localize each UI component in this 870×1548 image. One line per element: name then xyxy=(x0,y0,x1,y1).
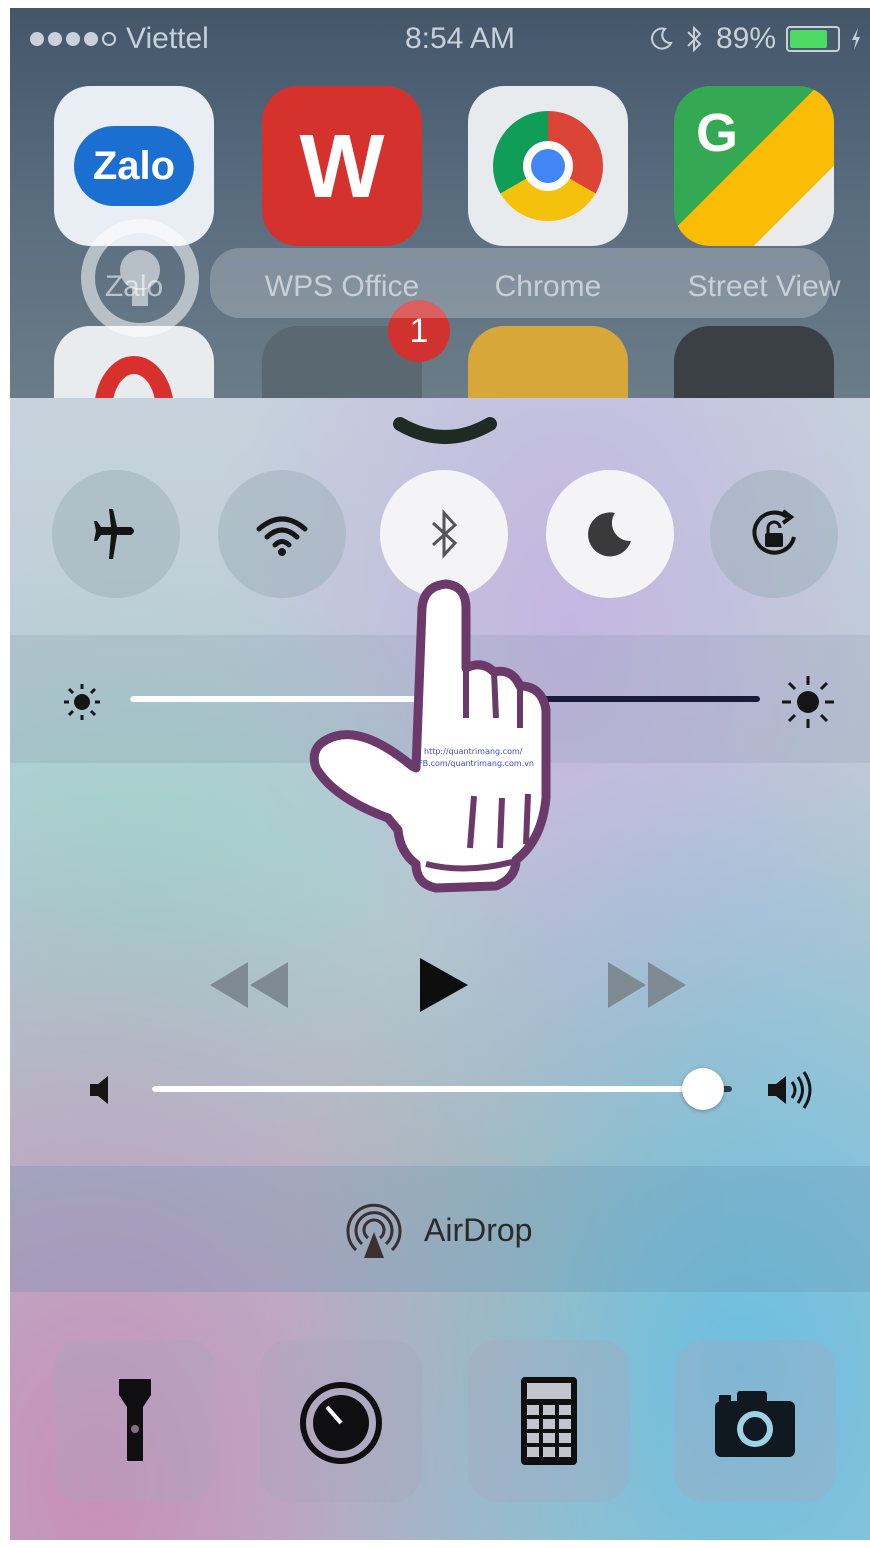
fast-forward-icon[interactable] xyxy=(604,958,690,1012)
chrome-logo-dot xyxy=(531,149,565,183)
bluetooth-icon xyxy=(431,509,458,559)
brightness-low-icon xyxy=(64,684,100,720)
status-right: 89% xyxy=(648,22,862,56)
play-icon[interactable] xyxy=(416,954,472,1016)
status-time: 8:54 AM xyxy=(404,22,516,55)
hand-pointer-icon: http://quantrimang.com/ FB.com/quantrima… xyxy=(309,579,551,893)
signal-dot xyxy=(66,32,80,46)
airdrop-icon xyxy=(346,1203,402,1258)
camera-icon xyxy=(715,1391,795,1457)
signal-dot-empty xyxy=(102,32,116,46)
airdrop-button[interactable]: AirDrop xyxy=(342,1198,532,1262)
bluetooth-status-icon xyxy=(687,25,702,53)
calculator-icon xyxy=(521,1377,577,1465)
carrier-name: Viettel xyxy=(126,22,209,55)
airplane-mode-toggle[interactable] xyxy=(52,470,180,598)
flashlight-button[interactable] xyxy=(54,1340,216,1502)
brightness-high-icon xyxy=(782,676,834,728)
moon-icon xyxy=(588,512,631,557)
chrome-logo xyxy=(493,111,603,221)
hand-pointer-overlay: http://quantrimang.com/ FB.com/quantrima… xyxy=(306,568,606,908)
timer-button[interactable] xyxy=(260,1340,422,1502)
wifi-icon xyxy=(256,516,308,556)
signal-dot xyxy=(48,32,62,46)
calculator-button[interactable] xyxy=(468,1340,630,1502)
charging-icon xyxy=(852,28,860,50)
volume-slider-fill xyxy=(152,1086,703,1092)
chrome-logo-center xyxy=(523,141,573,191)
watermark-icon xyxy=(81,219,830,337)
volume-low-icon xyxy=(90,1076,108,1104)
rotation-lock-toggle[interactable] xyxy=(710,470,838,598)
watermark-logo xyxy=(70,208,850,348)
camera-button[interactable] xyxy=(674,1340,836,1502)
signal-dot xyxy=(30,32,44,46)
airplane-icon xyxy=(94,509,134,559)
hand-url-line-1: http://quantrimang.com/ xyxy=(424,747,523,756)
hand-url-line-2: FB.com/quantrimang.com.vn xyxy=(418,759,534,768)
rotation-lock-icon xyxy=(752,509,796,555)
battery-icon xyxy=(786,26,840,52)
volume-slider-knob[interactable] xyxy=(682,1068,724,1110)
timer-icon xyxy=(300,1382,382,1464)
street-view-logo: G xyxy=(696,103,739,163)
battery-fill xyxy=(790,30,827,48)
rewind-icon[interactable] xyxy=(206,958,292,1012)
moon-status-icon xyxy=(651,27,673,50)
signal-dot xyxy=(84,32,98,46)
volume-high-icon xyxy=(768,1071,812,1109)
airdrop-label: AirDrop xyxy=(424,1211,533,1248)
flashlight-icon xyxy=(119,1379,151,1461)
battery-percent: 89% xyxy=(715,22,776,55)
status-bar: Viettel 8:54 AM 89% xyxy=(10,8,870,68)
carrier-signal: Viettel xyxy=(30,22,209,56)
home-screen: Viettel 8:54 AM 89% Zalo W G 1 xyxy=(10,8,870,486)
wps-logo: W xyxy=(299,117,385,217)
phone-screen: Viettel 8:54 AM 89% Zalo W G 1 AirDrop h… xyxy=(10,8,870,1540)
chevron-down-icon[interactable] xyxy=(390,412,500,452)
zalo-logo: Zalo xyxy=(74,126,194,206)
